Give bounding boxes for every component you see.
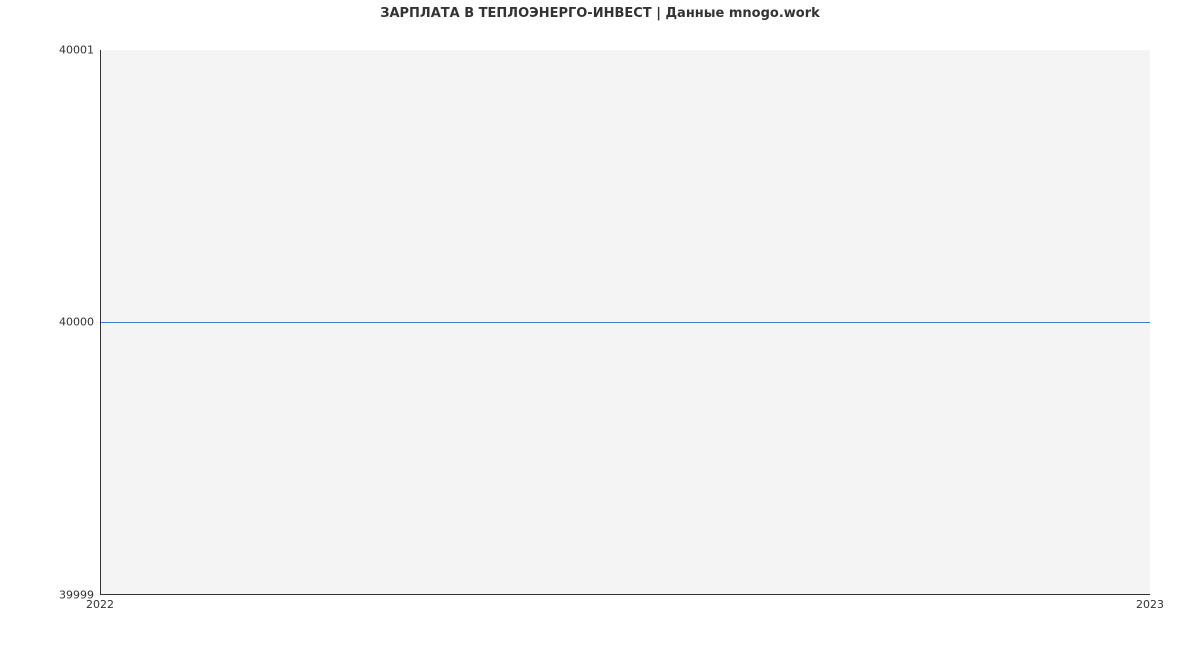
chart-title: ЗАРПЛАТА В ТЕПЛОЭНЕРГО-ИНВЕСТ | Данные m…: [0, 6, 1200, 21]
plot-area: [100, 50, 1150, 595]
series-line: [101, 322, 1150, 323]
salary-chart: ЗАРПЛАТА В ТЕПЛОЭНЕРГО-ИНВЕСТ | Данные m…: [0, 0, 1200, 650]
x-tick-label: 2023: [1136, 598, 1164, 611]
x-tick-label: 2022: [86, 598, 114, 611]
y-tick-label: 40000: [59, 316, 94, 329]
y-tick-label: 40001: [59, 44, 94, 57]
